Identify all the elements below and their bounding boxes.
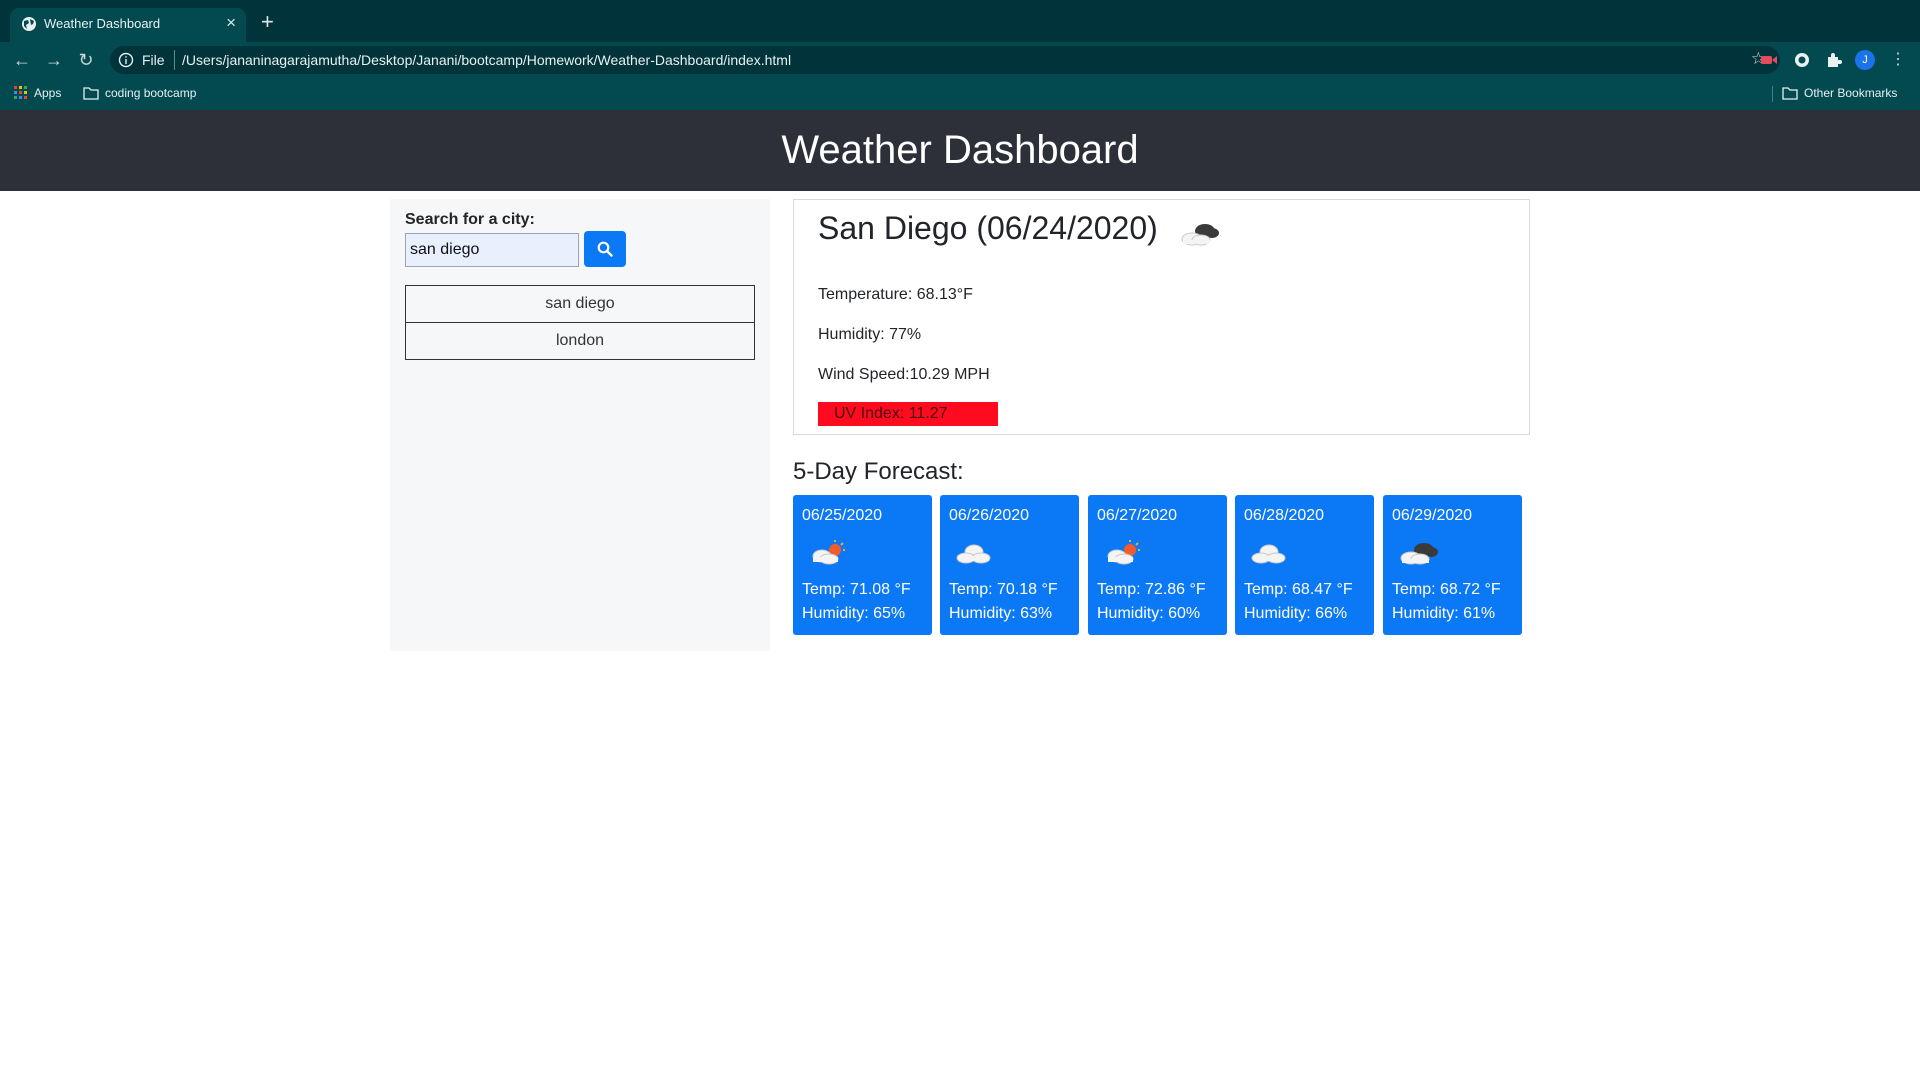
forecast-card: 06/29/2020 Temp: 68.72 °F Humidity: 61%	[1383, 495, 1522, 635]
current-temperature: Temperature: 68.13°F	[818, 286, 973, 303]
close-tab-icon[interactable]: ×	[226, 13, 236, 33]
forecast-card: 06/26/2020 Temp: 70.18 °F Humidity: 63%	[940, 495, 1079, 635]
search-sidebar: Search for a city: san diego london	[390, 199, 770, 651]
forecast-temp: Temp: 68.47 °F	[1244, 581, 1353, 598]
page-header: Weather Dashboard	[0, 110, 1920, 191]
sun-cloud-icon	[1107, 540, 1140, 565]
sun-cloud-icon	[812, 540, 845, 565]
forecast-humidity: Humidity: 66%	[1244, 605, 1348, 622]
city-search-input[interactable]	[405, 233, 579, 267]
forecast-temp: Temp: 70.18 °F	[949, 581, 1058, 598]
current-wind-speed: Wind Speed:10.29 MPH	[818, 366, 990, 383]
folder-icon	[83, 87, 99, 100]
forecast-card: 06/27/2020 Temp: 72.86 °F Humidity: 60%	[1088, 495, 1227, 635]
forecast-title: 5-Day Forecast:	[793, 458, 964, 485]
forecast-humidity: Humidity: 61%	[1392, 605, 1496, 622]
browser-tab[interactable]: Weather Dashboard ×	[10, 8, 246, 42]
current-weather-card: San Diego (06/24/2020) Temperature: 68.1…	[793, 199, 1530, 435]
forward-icon[interactable]: →	[42, 48, 66, 72]
address-bar[interactable]: File /Users/jananinagarajamutha/Desktop/…	[110, 46, 1780, 74]
current-humidity: Humidity: 77%	[818, 326, 922, 343]
url-text[interactable]: /Users/jananinagarajamutha/Desktop/Janan…	[182, 52, 791, 68]
history-item[interactable]: san diego	[405, 285, 755, 323]
browser-toolbar: ← → ↻ File /Users/jananinagarajamutha/De…	[0, 42, 1920, 78]
omnibox-divider	[174, 50, 175, 70]
globe-icon	[22, 17, 36, 31]
forecast-humidity: Humidity: 60%	[1097, 605, 1201, 622]
extensions-puzzle-icon[interactable]	[1825, 51, 1843, 69]
back-icon[interactable]: ←	[10, 48, 34, 72]
forecast-temp: Temp: 72.86 °F	[1097, 581, 1206, 598]
profile-avatar[interactable]: J	[1855, 50, 1875, 70]
tab-title: Weather Dashboard	[44, 16, 161, 31]
reload-icon[interactable]: ↻	[74, 48, 98, 72]
bookmarks-bar: Apps coding bootcamp Other Bookmarks	[0, 78, 1920, 110]
apps-grid-icon	[14, 86, 27, 99]
search-label: Search for a city:	[405, 211, 535, 228]
dark-cloud-icon	[1181, 224, 1219, 246]
forecast-card: 06/25/2020 Temp: 71.08 °F Humidity: 65%	[793, 495, 932, 635]
extension-circle-icon[interactable]	[1793, 51, 1811, 69]
forecast-date: 06/25/2020	[802, 507, 883, 524]
search-icon	[597, 241, 613, 257]
new-tab-icon[interactable]: +	[261, 9, 274, 35]
cloud-icon	[1251, 544, 1286, 564]
forecast-humidity: Humidity: 63%	[949, 605, 1053, 622]
menu-kebab-icon[interactable]: ⋮	[1890, 50, 1906, 70]
browser-tabstrip: Weather Dashboard × +	[0, 0, 1920, 42]
forecast-temp: Temp: 71.08 °F	[802, 581, 911, 598]
forecast-temp: Temp: 68.72 °F	[1392, 581, 1501, 598]
bookmark-apps-label: Apps	[34, 86, 62, 100]
extension-video-icon[interactable]	[1760, 51, 1778, 69]
history-item[interactable]: london	[405, 322, 755, 360]
forecast-date: 06/29/2020	[1392, 507, 1473, 524]
forecast-card: 06/28/2020 Temp: 68.47 °F Humidity: 66%	[1235, 495, 1374, 635]
bookmark-folder-label: coding bootcamp	[105, 86, 197, 100]
other-bookmarks-label: Other Bookmarks	[1804, 86, 1898, 100]
search-button[interactable]	[584, 231, 626, 267]
cloud-icon	[956, 544, 991, 564]
dark-cloud-icon	[1400, 543, 1438, 565]
forecast-date: 06/27/2020	[1097, 507, 1178, 524]
url-scheme: File	[142, 52, 165, 68]
bookmark-other-bookmarks[interactable]: Other Bookmarks	[1782, 86, 1897, 100]
forecast-date: 06/28/2020	[1244, 507, 1325, 524]
uv-index-badge: UV Index: 11.27	[818, 402, 998, 426]
search-history-list: san diego london	[405, 285, 755, 360]
bookmark-folder-coding-bootcamp[interactable]: coding bootcamp	[83, 86, 196, 100]
forecast-humidity: Humidity: 65%	[802, 605, 906, 622]
info-icon	[118, 52, 134, 68]
bookmarks-divider	[1772, 86, 1773, 102]
folder-icon	[1782, 87, 1798, 100]
bookmark-apps[interactable]: Apps	[14, 86, 61, 100]
forecast-date: 06/26/2020	[949, 507, 1030, 524]
page-title: Weather Dashboard	[781, 128, 1139, 172]
current-city-heading: San Diego (06/24/2020)	[818, 210, 1158, 246]
